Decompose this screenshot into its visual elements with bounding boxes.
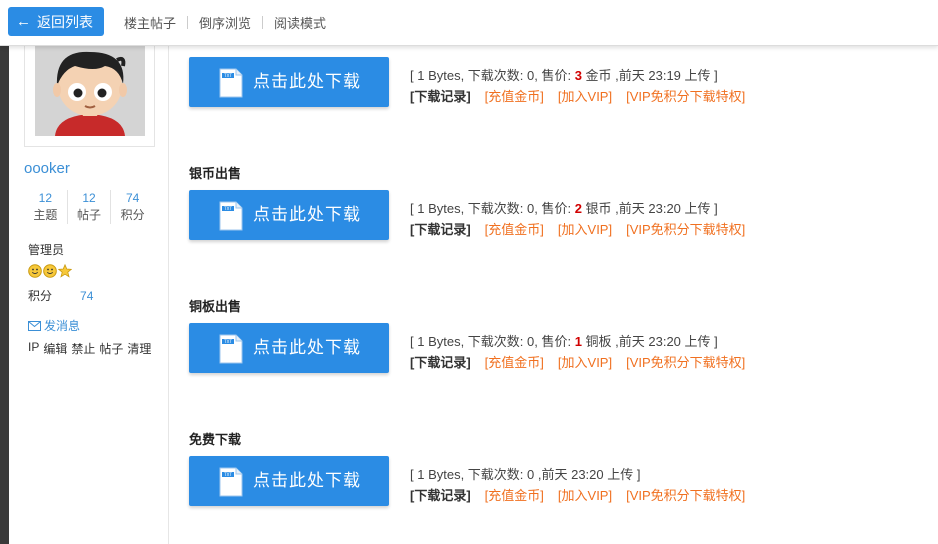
back-to-list-label: 返回列表 (37, 13, 93, 30)
txt-file-icon: TXT (219, 68, 243, 98)
envelope-icon (28, 320, 41, 331)
vip-free-download-link[interactable]: [VIP免积分下载特权] (626, 219, 745, 238)
smiley-medal-icon (43, 264, 57, 278)
medal-row (28, 264, 72, 278)
download-button[interactable]: TXT 点击此处下载 (189, 323, 389, 373)
stat-credits-value: 74 (126, 191, 140, 205)
attachment-meta-suffix: 金币 ,前天 23:19 上传 ] (581, 68, 718, 83)
user-points: 积分 74 (28, 287, 93, 304)
thread-nav-links: 楼主帖子 倒序浏览 阅读模式 (124, 13, 326, 32)
send-message-link[interactable]: 发消息 (28, 317, 80, 334)
join-vip-link[interactable]: [加入VIP] (558, 219, 612, 238)
avatar[interactable] (35, 46, 145, 136)
svg-text:TXT: TXT (223, 206, 232, 211)
attachment-title: 免费下载 (189, 432, 242, 447)
points-label: 积分 (28, 289, 53, 303)
attachment-info: [ 1 Bytes, 下载次数: 0, 售价: 3 金币 ,前天 23:19 上… (410, 65, 718, 84)
reading-mode-link[interactable]: 阅读模式 (274, 13, 326, 32)
author-sidebar: oooker 12 主题 12 帖子 74 积分 管理员 积分 74 发消息 IP… (9, 46, 169, 544)
svg-text:TXT: TXT (223, 339, 232, 344)
attachment-meta: [ 1 Bytes, 下载次数: 0, 售价: (410, 334, 575, 349)
join-vip-link[interactable]: [加入VIP] (558, 485, 612, 504)
only-op-link[interactable]: 楼主帖子 (124, 13, 176, 32)
join-vip-link[interactable]: [加入VIP] (558, 352, 612, 371)
recharge-link[interactable]: [充值金币] (485, 219, 544, 238)
download-button[interactable]: TXT 点击此处下载 (189, 456, 389, 506)
attachment-meta: [ 1 Bytes, 下载次数: 0 ,前天 23:20 上传 ] (410, 467, 641, 482)
attachment-meta: [ 1 Bytes, 下载次数: 0, 售价: (410, 201, 575, 216)
admin-posts-link[interactable]: 帖子 (99, 340, 123, 357)
download-button-label: 点击此处下载 (253, 471, 361, 490)
admin-ban-link[interactable]: 禁止 (71, 340, 95, 357)
join-vip-link[interactable]: [加入VIP] (558, 86, 612, 105)
vip-free-download-link[interactable]: [VIP免积分下载特权] (626, 86, 745, 105)
attachment-links: [下载记录] [充值金币] [加入VIP] [VIP免积分下载特权] (410, 86, 745, 105)
attachment-price: 1 (574, 334, 582, 349)
download-record-link[interactable]: [下载记录] (410, 485, 471, 504)
attachment-meta-suffix: 银币 ,前天 23:20 上传 ] (581, 201, 718, 216)
download-button[interactable]: TXT 点击此处下载 (189, 190, 389, 240)
stat-credits-label: 积分 (120, 208, 145, 222)
stat-threads-label: 主题 (33, 208, 58, 222)
admin-ip-link[interactable]: IP (28, 340, 39, 357)
attachment-info: [ 1 Bytes, 下载次数: 0, 售价: 2 银币 ,前天 23:20 上… (410, 198, 718, 217)
download-record-link[interactable]: [下载记录] (410, 86, 471, 105)
arrow-left-icon: ← (16, 13, 31, 30)
left-edge-strip (0, 0, 9, 544)
vip-free-download-link[interactable]: [VIP免积分下载特权] (626, 352, 745, 371)
stat-threads[interactable]: 12 主题 (24, 190, 68, 224)
attachment-meta-suffix: 铜板 ,前天 23:20 上传 ] (581, 334, 718, 349)
admin-clean-link[interactable]: 清理 (127, 340, 151, 357)
stat-posts-value: 12 (82, 191, 96, 205)
txt-file-icon: TXT (219, 467, 243, 497)
stat-threads-value: 12 (38, 191, 53, 205)
download-button[interactable]: TXT 点击此处下载 (189, 57, 389, 107)
nav-divider (262, 16, 264, 29)
reverse-order-link[interactable]: 倒序浏览 (199, 13, 251, 32)
recharge-link[interactable]: [充值金币] (485, 86, 544, 105)
attachment-links: [下载记录] [充值金币] [加入VIP] [VIP免积分下载特权] (410, 485, 745, 504)
download-record-link[interactable]: [下载记录] (410, 352, 471, 371)
attachment-meta: [ 1 Bytes, 下载次数: 0, 售价: (410, 68, 575, 83)
stat-posts[interactable]: 12 帖子 (68, 190, 112, 224)
attachment-info: [ 1 Bytes, 下载次数: 0 ,前天 23:20 上传 ] (410, 464, 640, 483)
stat-credits[interactable]: 74 积分 (111, 190, 154, 224)
user-group[interactable]: 管理员 (28, 241, 64, 258)
download-record-link[interactable]: [下载记录] (410, 219, 471, 238)
send-message-label: 发消息 (44, 319, 81, 333)
stat-posts-label: 帖子 (77, 208, 102, 222)
vip-free-download-link[interactable]: [VIP免积分下载特权] (626, 485, 745, 504)
download-button-label: 点击此处下载 (253, 72, 361, 91)
smiley-medal-icon (28, 264, 42, 278)
attachment-title: 铜板出售 (189, 299, 242, 314)
star-medal-icon (58, 264, 72, 278)
recharge-link[interactable]: [充值金币] (485, 352, 544, 371)
attachment-title: 银币出售 (189, 166, 242, 181)
download-button-label: 点击此处下载 (253, 338, 361, 357)
attachment-links: [下载记录] [充值金币] [加入VIP] [VIP免积分下载特权] (410, 352, 745, 371)
avatar-frame (24, 46, 155, 147)
top-toolbar: ← 返回列表 楼主帖子 倒序浏览 阅读模式 (0, 0, 938, 46)
txt-file-icon: TXT (219, 201, 243, 231)
recharge-link[interactable]: [充值金币] (485, 485, 544, 504)
attachment-price: 3 (574, 68, 582, 83)
nav-divider (187, 16, 189, 29)
download-button-label: 点击此处下载 (253, 205, 361, 224)
username-link[interactable]: oooker (24, 160, 70, 177)
admin-edit-link[interactable]: 编辑 (43, 340, 67, 357)
points-value: 74 (80, 289, 94, 303)
attachment-links: [下载记录] [充值金币] [加入VIP] [VIP免积分下载特权] (410, 219, 745, 238)
svg-text:TXT: TXT (223, 472, 232, 477)
svg-text:TXT: TXT (223, 73, 232, 78)
attachment-info: [ 1 Bytes, 下载次数: 0, 售价: 1 铜板 ,前天 23:20 上… (410, 331, 718, 350)
user-stats: 12 主题 12 帖子 74 积分 (24, 190, 154, 224)
admin-actions: IP 编辑 禁止 帖子 清理 (28, 340, 151, 357)
txt-file-icon: TXT (219, 334, 243, 364)
attachment-price: 2 (574, 201, 582, 216)
back-to-list-button[interactable]: ← 返回列表 (8, 7, 104, 36)
